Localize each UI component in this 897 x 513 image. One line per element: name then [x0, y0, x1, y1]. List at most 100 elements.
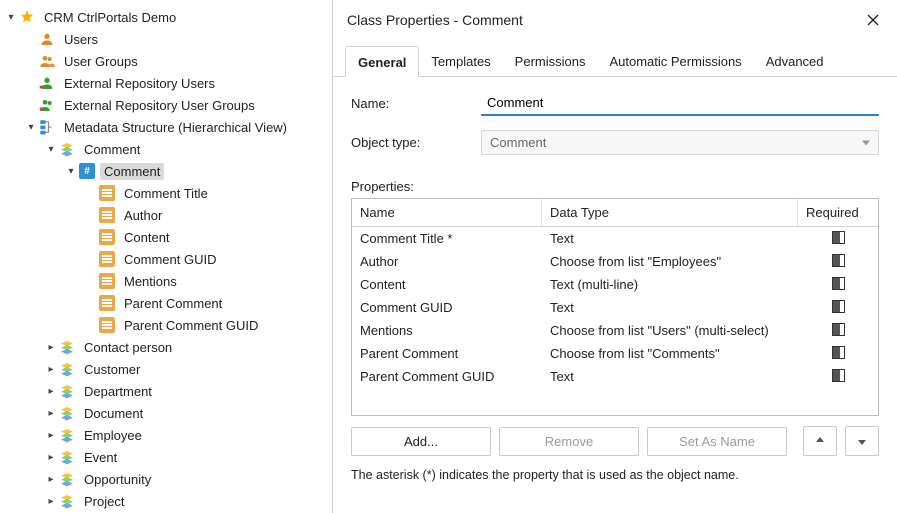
cell-name: Mentions	[352, 321, 542, 340]
stack-icon	[58, 448, 76, 466]
chevron-down-icon[interactable]: ▾	[24, 122, 38, 133]
tree-prop-parent[interactable]: Parent Comment	[4, 292, 332, 314]
chevron-right-icon[interactable]: ▸	[44, 496, 58, 507]
tree-prop-content[interactable]: Content	[4, 226, 332, 248]
tree-root[interactable]: ▾ CRM CtrlPortals Demo	[4, 6, 332, 28]
required-checkbox[interactable]	[832, 277, 845, 290]
col-name[interactable]: Name	[352, 199, 542, 226]
tree-comment-class-label: Comment	[80, 141, 144, 158]
tree-prop-label: Author	[120, 207, 166, 224]
close-icon[interactable]	[863, 10, 883, 30]
tree-prop-label: Mentions	[120, 273, 181, 290]
cell-name: Content	[352, 275, 542, 294]
col-type[interactable]: Data Type	[542, 199, 798, 226]
tree-meta[interactable]: ▾ Metadata Structure (Hierarchical View)	[4, 116, 332, 138]
col-required[interactable]: Required	[798, 199, 878, 226]
stack-icon	[58, 338, 76, 356]
required-checkbox[interactable]	[832, 323, 845, 336]
name-label: Name:	[351, 96, 481, 111]
tree-comment-selected-label: Comment	[100, 163, 164, 180]
tree-contact[interactable]: ▸ Contact person	[4, 336, 332, 358]
tab-permissions[interactable]: Permissions	[503, 46, 598, 76]
object-type-select[interactable]: Comment	[481, 130, 879, 155]
chevron-right-icon[interactable]: ▸	[44, 430, 58, 441]
required-checkbox[interactable]	[832, 231, 845, 244]
chevron-down-icon[interactable]: ▾	[4, 12, 18, 23]
table-row[interactable]: Parent CommentChoose from list "Comments…	[352, 342, 878, 365]
chevron-right-icon[interactable]: ▸	[44, 386, 58, 397]
tree-prop-title[interactable]: Comment Title	[4, 182, 332, 204]
tree-item-label: Project	[80, 493, 128, 510]
chevron-right-icon[interactable]: ▸	[44, 474, 58, 485]
tree-prop-guid[interactable]: Comment GUID	[4, 248, 332, 270]
cell-name: Parent Comment	[352, 344, 542, 363]
add-button[interactable]: Add...	[351, 427, 491, 456]
chevron-down-icon[interactable]: ▾	[64, 166, 78, 177]
table-row[interactable]: ContentText (multi-line)	[352, 273, 878, 296]
cell-required	[798, 252, 878, 271]
tree-event[interactable]: ▸Event	[4, 446, 332, 468]
tree-document[interactable]: ▸Document	[4, 402, 332, 424]
required-checkbox[interactable]	[832, 300, 845, 313]
tree-comment-selected[interactable]: ▾ # Comment	[4, 160, 332, 182]
table-row[interactable]: Comment GUIDText	[352, 296, 878, 319]
tree-ext-users-label: External Repository Users	[60, 75, 219, 92]
table-row[interactable]: MentionsChoose from list "Users" (multi-…	[352, 319, 878, 342]
tree-prop-parent-guid[interactable]: Parent Comment GUID	[4, 314, 332, 336]
chevron-right-icon[interactable]: ▸	[44, 342, 58, 353]
form-area: Name: Object type: Comment	[333, 77, 897, 177]
cell-name: Comment Title *	[352, 229, 542, 248]
property-icon	[98, 272, 116, 290]
tab-automatic-permissions[interactable]: Automatic Permissions	[597, 46, 753, 76]
structure-icon	[38, 118, 56, 136]
tree-meta-label: Metadata Structure (Hierarchical View)	[60, 119, 291, 136]
chevron-right-icon[interactable]: ▸	[44, 408, 58, 419]
tree-user-groups[interactable]: User Groups	[4, 50, 332, 72]
dialog-title: Class Properties - Comment	[347, 12, 523, 28]
tree-item-label: Employee	[80, 427, 146, 444]
user-icon	[38, 30, 56, 48]
required-checkbox[interactable]	[832, 346, 845, 359]
tree-employee[interactable]: ▸ Employee	[4, 424, 332, 446]
name-input[interactable]	[481, 91, 879, 116]
chevron-right-icon[interactable]: ▸	[44, 452, 58, 463]
cell-name: Parent Comment GUID	[352, 367, 542, 386]
cell-type: Text	[542, 229, 798, 248]
stack-icon	[58, 492, 76, 510]
tree-ext-users[interactable]: External Repository Users	[4, 72, 332, 94]
cell-required	[798, 321, 878, 340]
chevron-down-icon[interactable]: ▾	[44, 144, 58, 155]
tree-opportunity[interactable]: ▸Opportunity	[4, 468, 332, 490]
tree-prop-label: Comment GUID	[120, 251, 220, 268]
move-up-button[interactable]	[803, 426, 837, 456]
tree-project[interactable]: ▸ Project	[4, 490, 332, 512]
tree-prop-mentions[interactable]: Mentions	[4, 270, 332, 292]
tab-advanced[interactable]: Advanced	[754, 46, 836, 76]
tree-users[interactable]: Users	[4, 28, 332, 50]
set-as-name-button[interactable]: Set As Name	[647, 427, 787, 456]
stack-icon	[58, 140, 76, 158]
required-checkbox[interactable]	[832, 369, 845, 382]
table-row[interactable]: Parent Comment GUIDText	[352, 365, 878, 388]
required-checkbox[interactable]	[832, 254, 845, 267]
tab-general[interactable]: General	[345, 46, 419, 77]
table-row[interactable]: AuthorChoose from list "Employees"	[352, 250, 878, 273]
stack-icon	[58, 382, 76, 400]
cell-name: Comment GUID	[352, 298, 542, 317]
table-row[interactable]: Comment Title *Text	[352, 227, 878, 250]
star-icon	[18, 8, 36, 26]
tree-ext-groups[interactable]: External Repository User Groups	[4, 94, 332, 116]
tree-customer[interactable]: ▸Customer	[4, 358, 332, 380]
move-down-button[interactable]	[845, 426, 879, 456]
chevron-right-icon[interactable]: ▸	[44, 364, 58, 375]
tree-item-label: Contact person	[80, 339, 176, 356]
tab-templates[interactable]: Templates	[419, 46, 502, 76]
stack-icon	[58, 404, 76, 422]
tree-comment-class[interactable]: ▾ Comment	[4, 138, 332, 160]
hash-icon: #	[78, 162, 96, 180]
property-icon	[98, 294, 116, 312]
remove-button[interactable]: Remove	[499, 427, 639, 456]
cell-type: Text	[542, 298, 798, 317]
tree-department[interactable]: ▸Department	[4, 380, 332, 402]
tree-prop-author[interactable]: Author	[4, 204, 332, 226]
